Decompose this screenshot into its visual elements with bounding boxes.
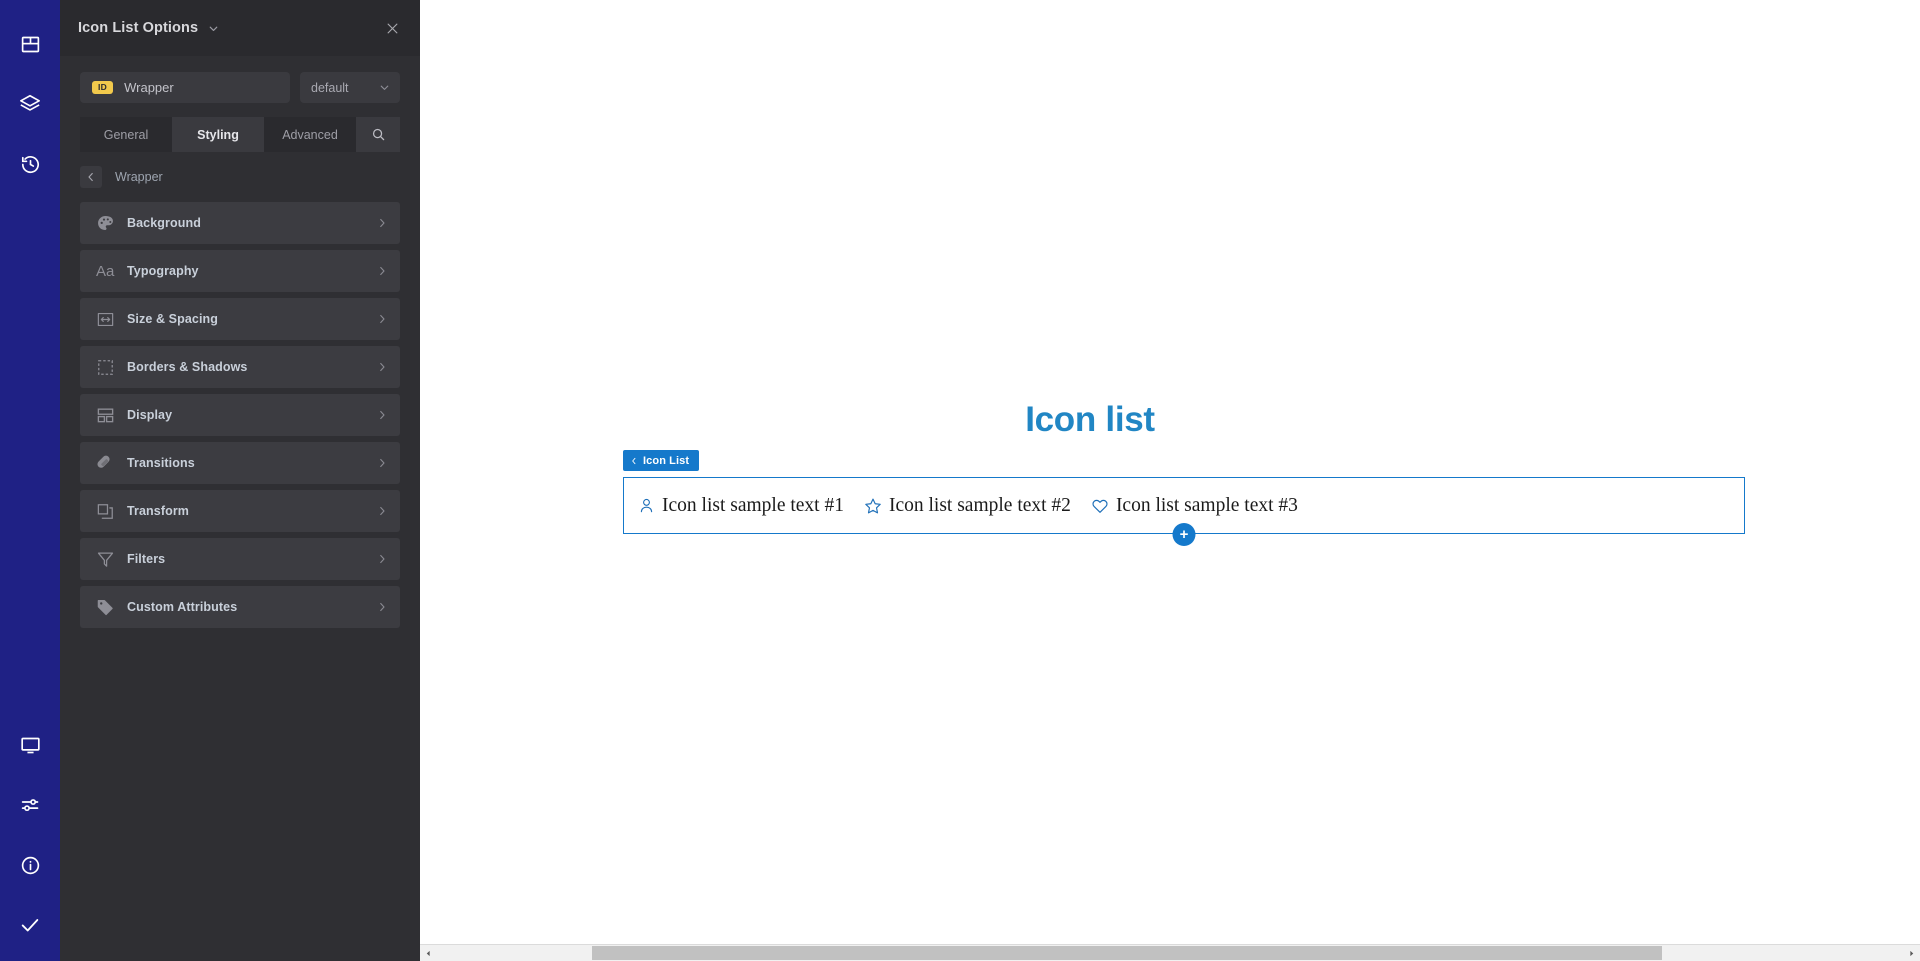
chevron-right-icon [376,313,388,325]
chevron-down-icon[interactable] [207,22,220,35]
history-icon[interactable] [0,134,60,194]
widget-badge-label: Icon List [643,454,690,467]
breadcrumb-label: Wrapper [115,170,163,184]
tab-advanced[interactable]: Advanced [264,117,356,152]
panel-title: Icon List Options [78,20,199,36]
chevron-right-icon [376,505,388,517]
user-icon [638,497,655,514]
section-label: Transform [127,504,190,518]
list-item[interactable]: Icon list sample text #1 [638,495,844,517]
chevron-right-icon [376,265,388,277]
chevron-right-icon [376,601,388,613]
section-item-size-spacing[interactable]: Size & Spacing [80,298,400,340]
layers-icon[interactable] [0,74,60,134]
section-item-borders-shadows[interactable]: Borders & Shadows [80,346,400,388]
scrollbar-thumb[interactable] [592,945,1662,960]
section-item-transitions[interactable]: Transitions [80,442,400,484]
page-title: Icon list [1025,400,1155,439]
monitor-icon[interactable] [0,715,60,775]
info-icon[interactable] [0,835,60,895]
section-label: Filters [127,552,166,566]
chevron-right-icon [376,361,388,373]
widget-label-badge[interactable]: Icon List [623,450,700,471]
scrollbar-track[interactable] [437,945,1903,961]
list-item-text: Icon list sample text #1 [662,494,844,516]
chevron-right-icon [376,217,388,229]
list-item-text: Icon list sample text #2 [888,494,1071,516]
sliders-icon[interactable] [0,775,60,835]
app-rail [0,0,60,961]
list-item-text: Icon list sample text #3 [1115,494,1298,516]
icon-list-row: Icon list sample text #1 Icon list sampl… [638,495,1318,517]
breadcrumb: Wrapper [60,152,420,198]
funnel-icon [96,550,122,569]
section-item-filters[interactable]: Filters [80,538,400,580]
state-select-value: default [311,80,349,95]
section-label: Background [127,216,201,230]
section-item-transform[interactable]: Transform [80,490,400,532]
scroll-left-arrow-icon[interactable] [420,945,437,961]
scroll-right-arrow-icon[interactable] [1903,945,1920,961]
check-icon[interactable] [0,895,60,955]
palette-icon [96,214,122,233]
add-element-button[interactable]: + [1172,523,1196,546]
style-section-list: Background Aa Typography Size & Spacing … [60,198,420,634]
search-icon[interactable] [356,117,400,152]
element-pill[interactable]: ID Wrapper [80,72,290,103]
app-root: Icon List Options ID Wrapper default Gen… [0,0,1920,961]
section-item-typography[interactable]: Aa Typography [80,250,400,292]
element-selector-row: ID Wrapper default [60,56,420,115]
chevron-left-icon[interactable] [80,166,102,188]
layout-icon[interactable] [0,14,60,74]
rail-bottom-group [0,715,60,955]
section-label: Custom Attributes [127,600,238,614]
section-label: Display [127,408,173,422]
star-icon [864,497,882,515]
chevron-down-icon [378,81,391,94]
chevron-left-icon [630,456,638,466]
list-item[interactable]: Icon list sample text #2 [864,495,1071,517]
element-name-label: Wrapper [124,80,174,95]
heart-icon [1091,497,1109,515]
chevron-right-icon [376,553,388,565]
section-label: Size & Spacing [127,312,219,326]
typography-icon: Aa [96,262,115,280]
id-chip: ID [92,81,114,94]
overlapping-squares-icon [96,502,122,521]
chevron-right-icon [376,457,388,469]
section-label: Typography [127,264,199,278]
panel-tabs: General Styling Advanced [60,117,420,152]
section-item-custom-attributes[interactable]: Custom Attributes [80,586,400,628]
state-select[interactable]: default [300,72,400,103]
layout-blocks-icon [96,406,122,425]
horizontal-scrollbar[interactable] [420,944,1920,961]
panel-header: Icon List Options [60,0,420,56]
tab-general[interactable]: General [80,117,172,152]
capsule-icon [96,454,122,473]
preview-canvas: Icon list Icon List Icon list sample tex… [420,0,1920,961]
close-icon[interactable] [385,21,400,36]
section-label: Borders & Shadows [127,360,248,374]
options-panel: Icon List Options ID Wrapper default Gen… [60,0,420,961]
section-label: Transitions [127,456,195,470]
tab-styling[interactable]: Styling [172,117,264,152]
resize-horizontal-icon [96,310,122,329]
chevron-right-icon [376,409,388,421]
icon-list-widget: Icon List Icon list sample text #1 Icon … [623,450,1745,546]
section-item-background[interactable]: Background [80,202,400,244]
tag-icon [96,598,122,617]
dashed-square-icon [96,358,122,377]
list-item[interactable]: Icon list sample text #3 [1091,495,1298,517]
section-item-display[interactable]: Display [80,394,400,436]
